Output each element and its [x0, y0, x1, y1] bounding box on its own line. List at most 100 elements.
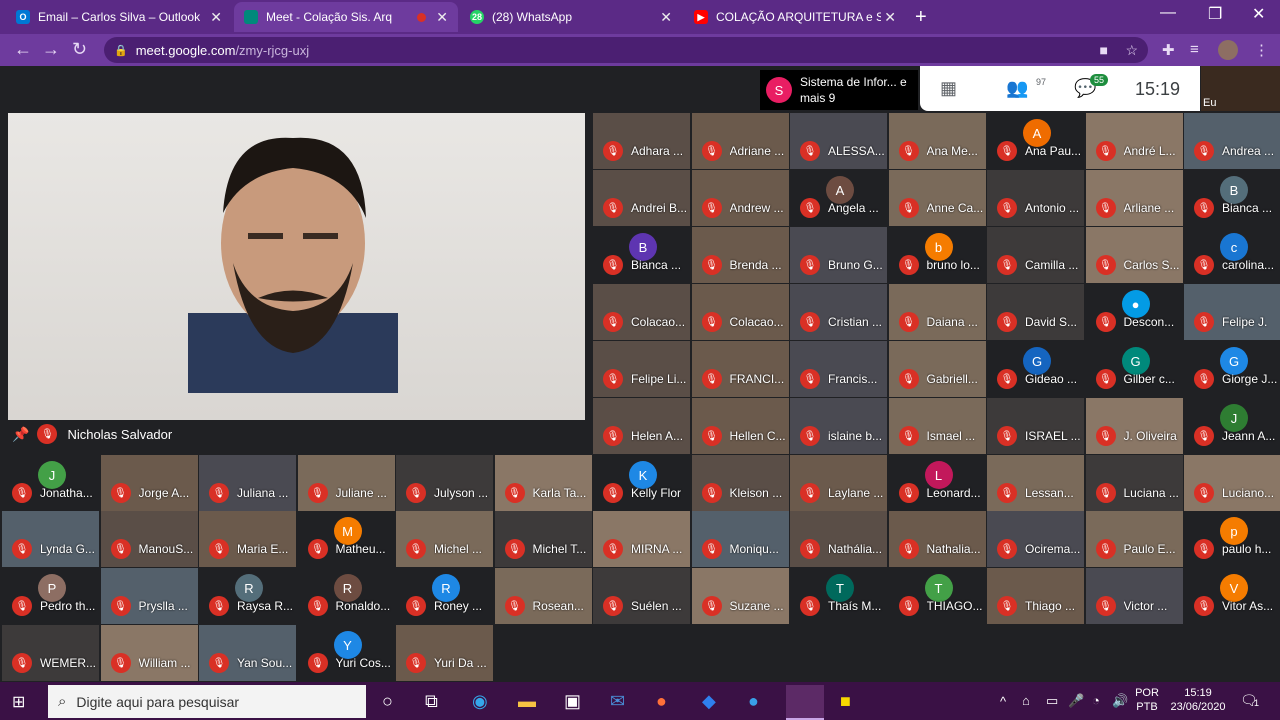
task-view-icon[interactable]: ⧉: [425, 691, 438, 712]
participant-tile[interactable]: 🎙 Karla Ta...: [494, 455, 592, 511]
participant-tile[interactable]: 🎙 Yuri Da ...: [396, 625, 493, 681]
participant-tile[interactable]: 🎙 Paulo E...: [1085, 511, 1183, 567]
battery-icon[interactable]: ▭: [1046, 693, 1058, 709]
close-icon[interactable]: ✕: [210, 9, 222, 26]
participant-tile[interactable]: 🎙 ISRAEL ...: [987, 398, 1084, 454]
volume-icon[interactable]: 🔊: [1112, 693, 1128, 709]
new-tab-button[interactable]: +: [915, 6, 927, 29]
participant-tile[interactable]: 🎙 Andrea ...: [1184, 113, 1280, 169]
participant-tile[interactable]: 🎙 Thiago ...: [987, 568, 1084, 624]
star-icon[interactable]: ☆: [1125, 42, 1138, 59]
participant-tile[interactable]: J 🎙 Jonatha...: [2, 455, 99, 511]
taskbar-search[interactable]: ⌕ Digite aqui para pesquisar: [48, 685, 366, 718]
participant-tile[interactable]: 🎙 Cristian ...: [790, 284, 887, 340]
participant-tile[interactable]: G 🎙 Gideao ...: [987, 341, 1084, 397]
participant-tile[interactable]: 🎙 Ocirema...: [987, 511, 1084, 567]
participant-tile[interactable]: R 🎙 Ronaldo...: [298, 568, 395, 624]
back-icon[interactable]: ←: [14, 39, 32, 60]
participant-tile[interactable]: 🎙 Victor ...: [1085, 568, 1183, 624]
participant-tile[interactable]: P 🎙 Pedro th...: [2, 568, 99, 624]
participant-tile[interactable]: G 🎙 Gilber c...: [1086, 341, 1183, 397]
file-explorer-icon[interactable]: ▬: [518, 691, 536, 712]
network-icon[interactable]: ⌂: [1022, 693, 1030, 708]
participant-tile[interactable]: 🎙 Moniqu...: [691, 511, 789, 567]
maximize-button[interactable]: ❐: [1208, 4, 1222, 24]
participant-tile[interactable]: V 🎙 Vitor As...: [1184, 568, 1280, 624]
participant-tile[interactable]: 🎙 WEMER...: [2, 625, 99, 681]
participant-tile[interactable]: b 🎙 bruno lo...: [889, 227, 986, 283]
grid-icon[interactable]: ▦: [940, 78, 957, 99]
participant-tile[interactable]: 🎙 Lynda G...: [2, 511, 99, 567]
close-icon[interactable]: ✕: [660, 9, 672, 26]
participant-tile[interactable]: 🎙 Ismael ...: [888, 398, 986, 454]
participant-tile[interactable]: 🎙 Juliane ...: [297, 455, 395, 511]
tray-chevron-icon[interactable]: ^: [1000, 694, 1006, 709]
participant-tile[interactable]: c 🎙 carolina...: [1184, 227, 1280, 283]
mail-icon[interactable]: ✉: [610, 691, 625, 712]
participant-tile[interactable]: 🎙 Brenda ...: [691, 227, 789, 283]
participant-tile[interactable]: 🎙 Bruno G...: [790, 227, 887, 283]
menu-icon[interactable]: ⋮: [1254, 41, 1269, 59]
participant-tile[interactable]: 🎙 David S...: [987, 284, 1084, 340]
close-window-button[interactable]: ✕: [1252, 4, 1265, 24]
participant-tile[interactable]: 🎙 Laylane ...: [790, 455, 887, 511]
participant-tile[interactable]: A 🎙 Angela ...: [790, 170, 887, 226]
participant-tile[interactable]: 🎙 Arliane ...: [1085, 170, 1183, 226]
participant-tile[interactable]: 🎙 Felipe J.: [1184, 284, 1280, 340]
participant-tile[interactable]: 🎙 Colacao...: [593, 284, 690, 340]
participant-tile[interactable]: T 🎙 THIAGO...: [889, 568, 986, 624]
participant-tile[interactable]: 🎙 Pryslla ...: [100, 568, 198, 624]
participant-tile[interactable]: M 🎙 Matheu...: [298, 511, 395, 567]
participant-tile[interactable]: 🎙 ALESSA...: [790, 113, 887, 169]
edge-icon[interactable]: ◉: [472, 691, 488, 712]
participant-tile[interactable]: 🎙 Antonio ...: [987, 170, 1084, 226]
chrome-icon[interactable]: [786, 685, 824, 720]
minimize-button[interactable]: —: [1160, 4, 1176, 22]
close-icon[interactable]: ✕: [884, 9, 896, 26]
profile-avatar[interactable]: [1218, 40, 1238, 60]
participant-tile[interactable]: 🎙 Maria E...: [199, 511, 296, 567]
clock[interactable]: 15:19 23/06/2020: [1166, 686, 1230, 714]
participant-tile[interactable]: Y 🎙 Yuri Cos...: [298, 625, 395, 681]
pin-icon[interactable]: 📌: [12, 426, 29, 443]
sticky-notes-icon[interactable]: ■: [840, 691, 851, 712]
participant-tile[interactable]: 🎙 Nathalia...: [888, 511, 986, 567]
participant-tile[interactable]: J 🎙 Jeann A...: [1184, 398, 1280, 454]
participant-tile[interactable]: 🎙 Suzane ...: [691, 568, 789, 624]
presenter-box[interactable]: S Sistema de Infor... e mais 9: [760, 70, 918, 110]
participant-tile[interactable]: 🎙 Helen A...: [593, 398, 690, 454]
participant-tile[interactable]: T 🎙 Thaís M...: [790, 568, 887, 624]
participant-tile[interactable]: 🎙 Adhara ...: [593, 113, 690, 169]
participant-tile[interactable]: 🎙 Luciano...: [1184, 455, 1280, 511]
extensions-icon[interactable]: ✚: [1162, 41, 1175, 59]
participant-tile[interactable]: K 🎙 Kelly Flor: [593, 455, 690, 511]
cortana-icon[interactable]: ○: [382, 691, 393, 712]
participant-tile[interactable]: 🎙 Hellen C...: [691, 398, 789, 454]
participant-tile[interactable]: 🎙 Jorge A...: [100, 455, 198, 511]
participant-tile[interactable]: 🎙 Kleison ...: [691, 455, 789, 511]
self-view[interactable]: Eu: [1201, 66, 1280, 111]
url-field[interactable]: 🔒 meet.google.com /zmy-rjcg-uxj ■ ☆: [104, 37, 1148, 63]
participant-tile[interactable]: p 🎙 paulo h...: [1184, 511, 1280, 567]
tab-meet[interactable]: Meet - Colação Sis. Arq ✕: [234, 2, 458, 32]
tab-youtube[interactable]: ▶ COLAÇÃO ARQUITETURA e SISTE ✕: [684, 2, 906, 32]
participant-tile[interactable]: 🎙 Juliana ...: [199, 455, 296, 511]
participant-tile[interactable]: A 🎙 Ana Pau...: [987, 113, 1084, 169]
participant-tile[interactable]: 🎙 J. Oliveira: [1085, 398, 1183, 454]
tab-outlook[interactable]: O Email – Carlos Silva – Outlook ✕: [6, 2, 232, 32]
participant-tile[interactable]: 🎙 William ...: [100, 625, 198, 681]
participant-tile[interactable]: 🎙 Michel ...: [396, 511, 493, 567]
vscode-icon[interactable]: ◆: [702, 691, 716, 712]
participant-tile[interactable]: 🎙 Daiana ...: [888, 284, 986, 340]
participant-tile[interactable]: 🎙 Nathália...: [790, 511, 887, 567]
participant-tile[interactable]: 🎙 Julyson ...: [396, 455, 493, 511]
participant-tile[interactable]: 🎙 Colacao...: [691, 284, 789, 340]
participant-tile[interactable]: 🎙 Suélen ...: [593, 568, 690, 624]
participant-tile[interactable]: 🎙 André L...: [1085, 113, 1183, 169]
participant-tile[interactable]: 🎙 Anne Ca...: [888, 170, 986, 226]
participant-tile[interactable]: 🎙 Camilla ...: [987, 227, 1084, 283]
participant-tile[interactable]: 🎙 Gabriell...: [888, 341, 986, 397]
participant-tile[interactable]: 🎙 islaine b...: [790, 398, 887, 454]
participant-tile[interactable]: R 🎙 Raysa R...: [199, 568, 296, 624]
participant-tile[interactable]: 🎙 Andrei B...: [593, 170, 690, 226]
